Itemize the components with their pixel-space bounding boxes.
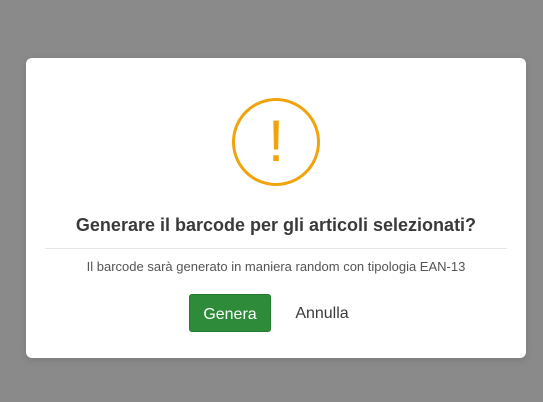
- dialog-divider: [45, 248, 507, 249]
- warning-exclamation-icon: !: [232, 98, 320, 186]
- generate-button[interactable]: Genera: [189, 294, 271, 332]
- dialog-message: Il barcode sarà generato in maniera rand…: [86, 259, 466, 274]
- confirm-dialog: ! Generare il barcode per gli articoli s…: [26, 58, 526, 358]
- cancel-button[interactable]: Annulla: [286, 294, 358, 332]
- dialog-title: Generare il barcode per gli articoli sel…: [75, 215, 477, 235]
